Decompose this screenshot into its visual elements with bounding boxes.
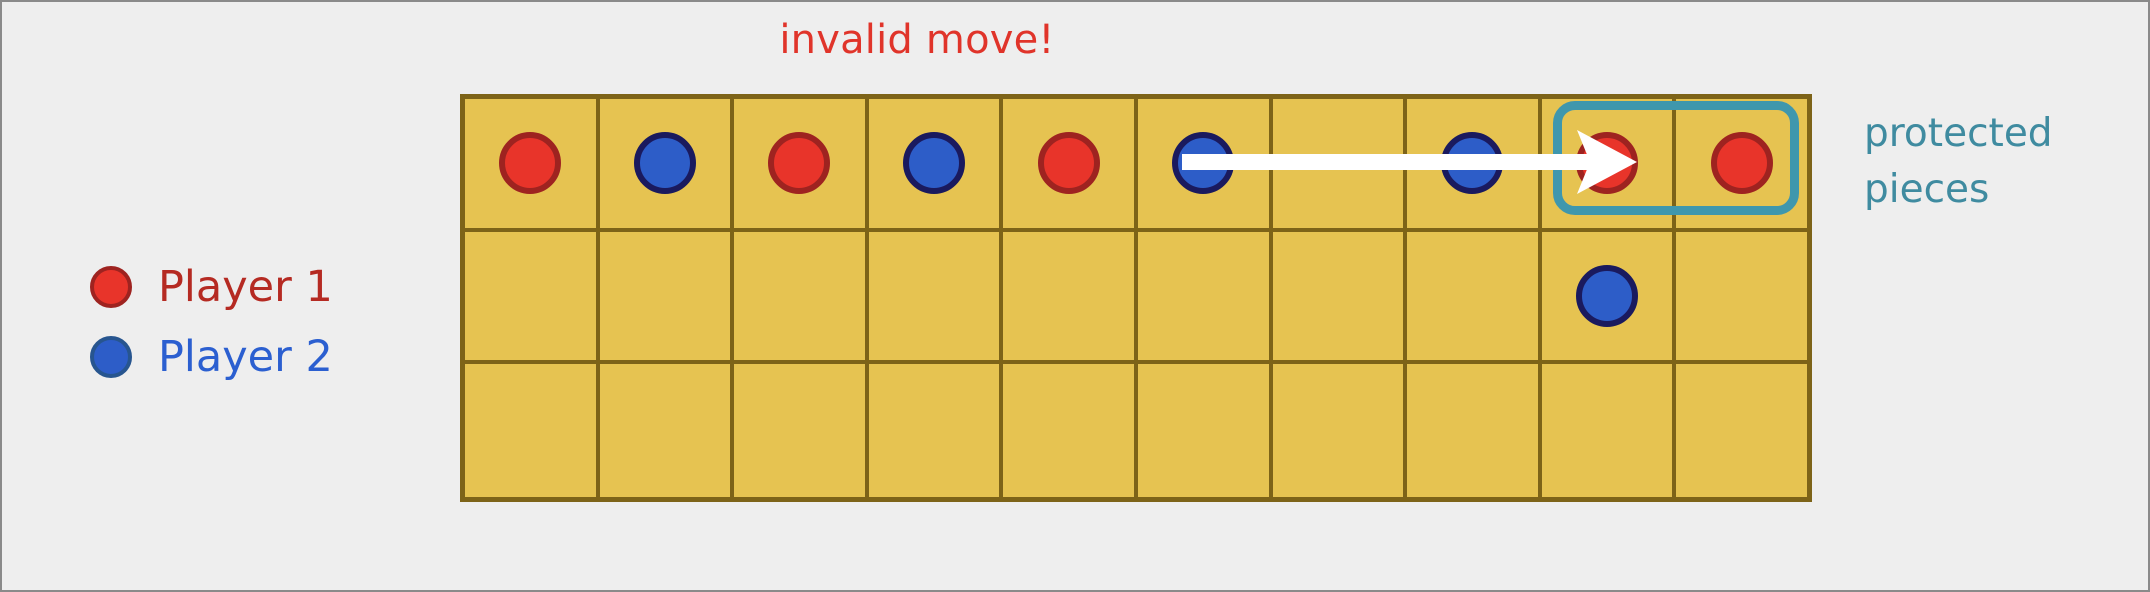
player-1-piece[interactable] — [768, 132, 831, 195]
board-cell-r1-c6[interactable] — [1137, 99, 1273, 232]
board-cell-r3-c3[interactable] — [734, 364, 869, 497]
board-cell-r1-c5[interactable] — [1003, 99, 1138, 232]
red-circle-icon — [90, 266, 132, 308]
board-cell-r2-c7[interactable] — [1272, 231, 1408, 365]
player-1-piece[interactable] — [1710, 132, 1773, 195]
legend-item-player-1: Player 1 — [90, 252, 333, 322]
board-cell-r1-c10[interactable] — [1676, 99, 1807, 232]
board-row — [465, 364, 1807, 497]
board-cell-r2-c2[interactable] — [599, 231, 735, 365]
legend-item-label: Player 1 — [158, 261, 333, 312]
board-cell-r1-c7[interactable] — [1272, 99, 1408, 232]
board-cell-r2-c1[interactable] — [465, 231, 600, 365]
game-illustration: invalid move! Player 1 Player 2 protecte… — [0, 0, 2150, 592]
board-cell-r1-c4[interactable] — [868, 99, 1004, 232]
board-cell-r3-c1[interactable] — [465, 364, 600, 497]
player-1-piece[interactable] — [499, 132, 562, 195]
board-cell-r3-c4[interactable] — [868, 364, 1004, 497]
game-board[interactable] — [460, 94, 1812, 502]
board-cell-r3-c5[interactable] — [1003, 364, 1138, 497]
protected-pieces-label: protected pieces — [1864, 106, 2053, 218]
player-1-piece[interactable] — [1576, 132, 1639, 195]
board-cell-r2-c6[interactable] — [1137, 231, 1273, 365]
player-2-piece[interactable] — [1172, 132, 1235, 195]
board-cell-r3-c6[interactable] — [1137, 364, 1273, 497]
board-cell-r1-c9[interactable] — [1541, 99, 1677, 232]
legend-item-label: Player 2 — [158, 331, 333, 382]
board-row — [465, 99, 1807, 232]
board-row — [465, 231, 1807, 365]
status-message: invalid move! — [779, 17, 1055, 63]
board-cell-r1-c8[interactable] — [1407, 99, 1542, 232]
protected-pieces-label-line-1: protected — [1864, 111, 2053, 156]
blue-circle-icon — [90, 336, 132, 378]
player-2-piece[interactable] — [903, 132, 966, 195]
board-cell-r3-c9[interactable] — [1541, 364, 1677, 497]
legend: Player 1 Player 2 — [90, 252, 333, 392]
board-cell-r3-c7[interactable] — [1272, 364, 1408, 497]
board-cell-r1-c1[interactable] — [465, 99, 600, 232]
board-cell-r2-c10[interactable] — [1676, 231, 1807, 365]
board-cell-r3-c10[interactable] — [1676, 364, 1807, 497]
board-cell-r2-c5[interactable] — [1003, 231, 1138, 365]
board-cell-r1-c3[interactable] — [734, 99, 869, 232]
board-cell-r2-c8[interactable] — [1407, 231, 1542, 365]
player-1-piece[interactable] — [1037, 132, 1100, 195]
legend-item-player-2: Player 2 — [90, 322, 333, 392]
board-cell-r1-c2[interactable] — [599, 99, 735, 232]
board-cell-r2-c9[interactable] — [1541, 231, 1677, 365]
protected-pieces-label-line-2: pieces — [1864, 167, 1990, 212]
board-cell-r3-c2[interactable] — [599, 364, 735, 497]
board-cell-r3-c8[interactable] — [1407, 364, 1542, 497]
player-2-piece[interactable] — [1441, 132, 1504, 195]
player-2-piece[interactable] — [1576, 264, 1639, 327]
board-cell-r2-c4[interactable] — [868, 231, 1004, 365]
player-2-piece[interactable] — [633, 132, 696, 195]
board-cell-r2-c3[interactable] — [734, 231, 869, 365]
